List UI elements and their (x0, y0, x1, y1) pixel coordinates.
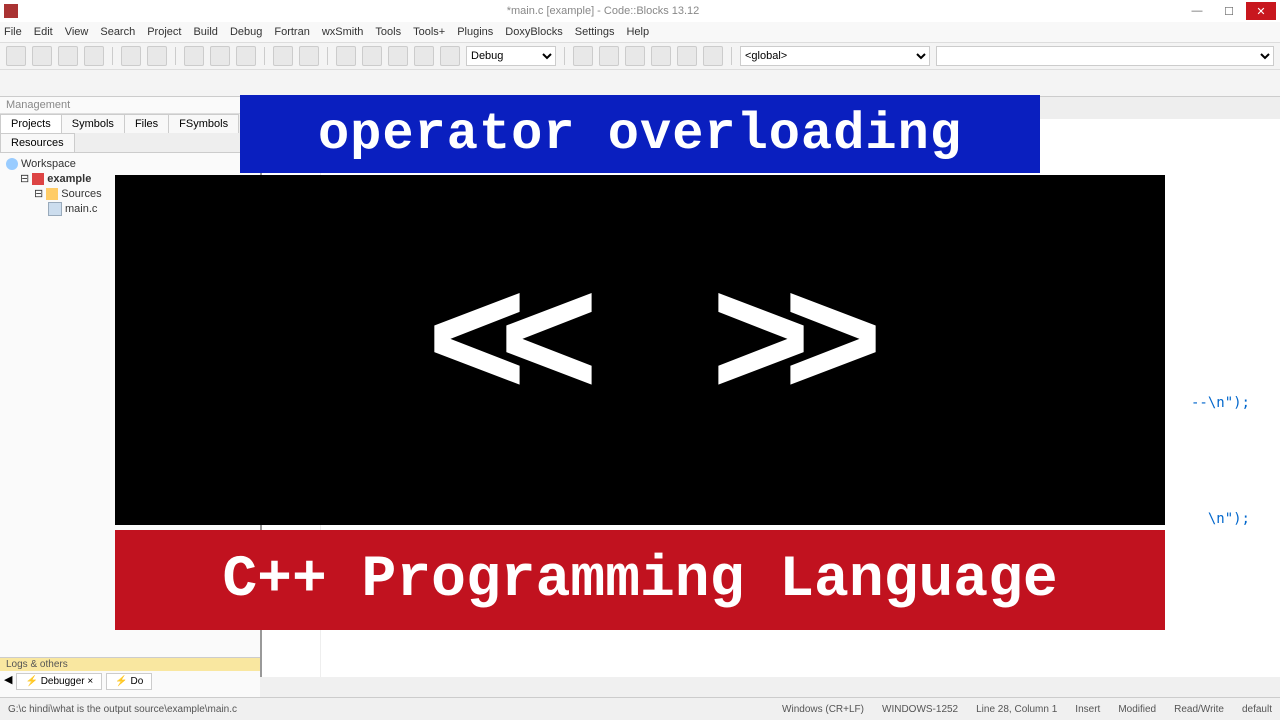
cut-icon[interactable] (184, 46, 204, 66)
close-button[interactable]: ✕ (1246, 2, 1276, 20)
abort-icon[interactable] (440, 46, 460, 66)
editor: *main.c× 1 #include <stdio.h> (262, 97, 1280, 677)
toolbar-main: Debug <global> (0, 43, 1280, 70)
run-icon[interactable] (362, 46, 382, 66)
replace-icon[interactable] (299, 46, 319, 66)
editor-tabs: *main.c× (262, 97, 1280, 119)
save-icon[interactable] (58, 46, 78, 66)
content-area: Management Projects Symbols Files FSymbo… (0, 97, 1280, 677)
close-tab-icon[interactable]: × (324, 104, 330, 116)
save-all-icon[interactable] (84, 46, 104, 66)
separator (564, 47, 565, 65)
status-profile: default (1242, 704, 1272, 715)
tab-resources[interactable]: Resources (0, 133, 75, 152)
tab-fsymbols[interactable]: FSymbols (168, 114, 239, 133)
code-fragment: \n"); (1208, 511, 1250, 527)
build-icon[interactable] (336, 46, 356, 66)
menu-fortran[interactable]: Fortran (274, 26, 309, 38)
debug-start-icon[interactable] (573, 46, 593, 66)
menu-doxyblocks[interactable]: DoxyBlocks (505, 26, 562, 38)
project-tree: Workspace ⊟ example ⊟ Sources main.c (0, 153, 260, 221)
tree-file[interactable]: main.c (6, 201, 254, 217)
menu-toolsplus[interactable]: Tools+ (413, 26, 445, 38)
menu-settings[interactable]: Settings (575, 26, 615, 38)
status-readwrite: Read/Write (1174, 704, 1224, 715)
build-run-icon[interactable] (388, 46, 408, 66)
code-fragment: --\n"); (1191, 395, 1250, 411)
code-text[interactable]: #include <stdio.h> (321, 119, 1280, 677)
tab-files[interactable]: Files (124, 114, 169, 133)
status-encoding: WINDOWS-1252 (882, 704, 958, 715)
menu-plugins[interactable]: Plugins (457, 26, 493, 38)
menu-help[interactable]: Help (626, 26, 649, 38)
gutter: 1 (262, 119, 321, 677)
symbol-select[interactable] (936, 46, 1274, 66)
menu-edit[interactable]: Edit (34, 26, 53, 38)
window-title: *main.c [example] - Code::Blocks 13.12 (24, 5, 1182, 17)
toolbar-secondary (0, 70, 1280, 97)
find-icon[interactable] (273, 46, 293, 66)
separator (327, 47, 328, 65)
workspace-icon (6, 158, 18, 170)
paste-icon[interactable] (236, 46, 256, 66)
menubar: File Edit View Search Project Build Debu… (0, 22, 1280, 43)
tree-project[interactable]: ⊟ example (6, 171, 254, 186)
menu-debug[interactable]: Debug (230, 26, 262, 38)
nav-left-icon[interactable]: ◀ (4, 673, 12, 690)
menu-tools[interactable]: Tools (375, 26, 401, 38)
status-position: Line 28, Column 1 (976, 704, 1057, 715)
separator (264, 47, 265, 65)
sidebar: Management Projects Symbols Files FSymbo… (0, 97, 262, 677)
editor-tab[interactable]: *main.c× (270, 100, 341, 119)
redo-icon[interactable] (147, 46, 167, 66)
undo-icon[interactable] (121, 46, 141, 66)
step-out-icon[interactable] (677, 46, 697, 66)
titlebar: *main.c [example] - Code::Blocks 13.12 —… (0, 0, 1280, 22)
statusbar: G:\c hindi\what is the output source\exa… (0, 697, 1280, 720)
new-file-icon[interactable] (6, 46, 26, 66)
debug-continue-icon[interactable] (599, 46, 619, 66)
menu-project[interactable]: Project (147, 26, 181, 38)
menu-search[interactable]: Search (100, 26, 135, 38)
step-over-icon[interactable] (651, 46, 671, 66)
file-icon (48, 202, 62, 216)
sidebar-tabs: Projects Symbols Files FSymbols Resource… (0, 114, 260, 153)
tab-symbols[interactable]: Symbols (61, 114, 125, 133)
maximize-button[interactable]: ☐ (1214, 2, 1244, 20)
separator (175, 47, 176, 65)
status-insert: Insert (1075, 704, 1100, 715)
open-icon[interactable] (32, 46, 52, 66)
scope-select[interactable]: <global> (740, 46, 930, 66)
status-path: G:\c hindi\what is the output source\exa… (8, 704, 237, 715)
window-controls: — ☐ ✕ (1182, 2, 1276, 20)
status-right: Windows (CR+LF) WINDOWS-1252 Line 28, Co… (782, 704, 1272, 715)
menu-view[interactable]: View (65, 26, 89, 38)
logs-tabs: ◀ ⚡ Debugger × ⚡ Do (0, 671, 260, 692)
rebuild-icon[interactable] (414, 46, 434, 66)
logs-panel: Logs & others ◀ ⚡ Debugger × ⚡ Do (0, 657, 260, 698)
tree-workspace[interactable]: Workspace (6, 157, 254, 171)
app-icon (4, 4, 18, 18)
menu-file[interactable]: File (4, 26, 22, 38)
debug-stop-icon[interactable] (703, 46, 723, 66)
minimize-button[interactable]: — (1182, 2, 1212, 20)
panel-title: Management (0, 97, 260, 114)
logs-tab-other[interactable]: ⚡ Do (106, 673, 152, 690)
tab-projects[interactable]: Projects (0, 114, 62, 133)
separator (731, 47, 732, 65)
status-eol: Windows (CR+LF) (782, 704, 864, 715)
project-icon (32, 173, 44, 185)
status-modified: Modified (1118, 704, 1156, 715)
build-target-select[interactable]: Debug (466, 46, 556, 66)
copy-icon[interactable] (210, 46, 230, 66)
code-area[interactable]: 1 #include <stdio.h> (262, 119, 1280, 677)
separator (112, 47, 113, 65)
menu-build[interactable]: Build (193, 26, 217, 38)
logs-tab-debugger[interactable]: ⚡ Debugger × (16, 673, 102, 690)
step-into-icon[interactable] (625, 46, 645, 66)
menu-wxsmith[interactable]: wxSmith (322, 26, 364, 38)
tree-sources[interactable]: ⊟ Sources (6, 186, 254, 201)
logs-title: Logs & others (0, 658, 260, 671)
folder-icon (46, 188, 58, 200)
